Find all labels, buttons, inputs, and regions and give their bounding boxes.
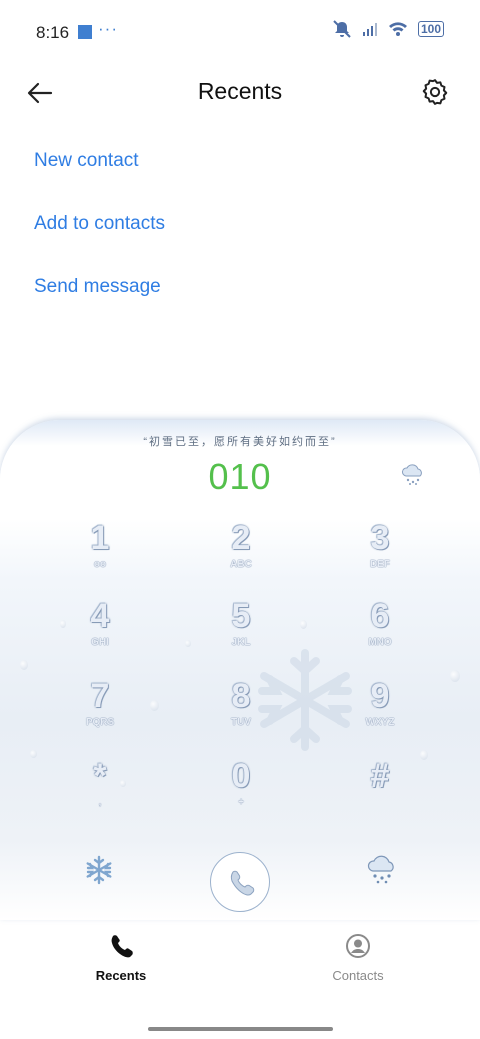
snow-cloud-icon[interactable] (366, 855, 398, 885)
snow-cloud-icon[interactable] (400, 464, 426, 486)
dial-key-hash[interactable]: # (320, 758, 440, 832)
dial-key-6[interactable]: 6 MNO (320, 598, 440, 672)
water-drop (20, 660, 28, 670)
dial-key-2[interactable]: 2 ABC (181, 520, 301, 594)
dialer-quote: “初雪已至，愿所有美好如约而至” (143, 436, 337, 448)
water-drop (450, 670, 460, 682)
tab-recents-label: Recents (95, 968, 147, 983)
dial-key-star[interactable]: *, (40, 758, 160, 832)
signal-icon (362, 23, 377, 36)
call-button[interactable] (210, 852, 270, 912)
water-drop (30, 750, 37, 758)
page-title: Recents (197, 78, 283, 104)
home-indicator[interactable] (148, 1027, 333, 1031)
phone-icon (230, 870, 255, 896)
person-icon (346, 934, 370, 958)
new-contact-link[interactable]: New contact (34, 150, 139, 172)
dial-key-7[interactable]: 7 PQRS (40, 678, 160, 752)
water-drop (300, 620, 307, 629)
tab-recents[interactable]: Recents (61, 933, 181, 983)
add-to-contacts-link[interactable]: Add to contacts (34, 213, 165, 235)
dial-key-4[interactable]: 4 GHI (40, 598, 160, 672)
dial-key-0[interactable]: 0 + (181, 758, 301, 832)
status-time: 8:16 (36, 23, 70, 42)
snowflake-icon[interactable] (84, 855, 114, 885)
dial-key-9[interactable]: 9 WXYZ (320, 678, 440, 752)
mute-icon (333, 20, 351, 38)
dial-key-1[interactable]: 1 oo (40, 520, 160, 594)
top-bar: Recents (0, 62, 480, 122)
status-bar: 8:16 ··· 100 (0, 0, 480, 62)
gear-icon[interactable] (420, 77, 450, 107)
phone-icon (111, 935, 133, 958)
battery-indicator: 100 (417, 21, 444, 37)
send-message-link[interactable]: Send message (34, 276, 161, 298)
dial-key-5[interactable]: 5 JKL (181, 598, 301, 672)
dial-key-3[interactable]: 3 DEF (320, 520, 440, 594)
tab-contacts-label: Contacts (332, 968, 384, 983)
more-notifications-indicator: ··· (98, 19, 118, 38)
bottom-navigation: Recents Contacts (0, 925, 480, 995)
tab-contacts[interactable]: Contacts (298, 933, 418, 983)
notification-icon (78, 25, 92, 39)
wifi-icon (388, 22, 407, 36)
dialer-panel: “初雪已至，愿所有美好如约而至” 010 1 oo 2 ABC 3 DEF 4 GHI … (0, 420, 480, 920)
dial-key-8[interactable]: 8 TUV (181, 678, 301, 752)
